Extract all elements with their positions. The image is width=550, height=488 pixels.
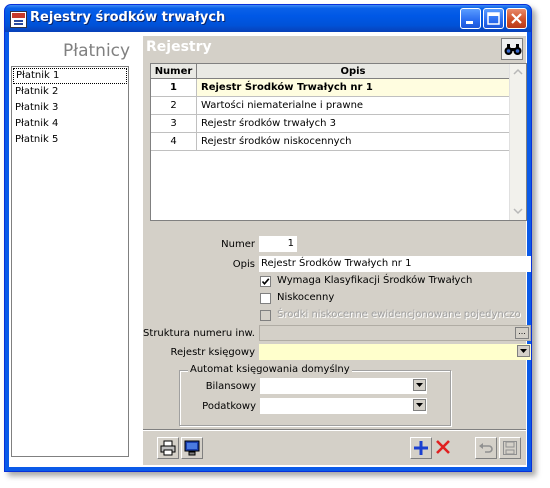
minimize-icon [466,21,473,24]
save-icon [503,441,517,455]
grid-scrollbar[interactable] [509,64,526,220]
pojedynczo-label: Środki niskocenne ewidencjonowane pojedy… [277,309,521,320]
preview-button[interactable] [181,437,203,459]
app-icon [10,11,27,28]
maximize-button[interactable] [483,8,504,29]
rejestr-ksiegowy-label: Rejestr księgowy [170,347,256,358]
grid-header: Numer Opis [151,64,510,79]
delete-button[interactable] [433,437,455,459]
checkmark-icon [261,278,270,286]
rejestry-panel: Rejestry Numer Opis 1 Rejestr Środków Tr… [143,36,531,466]
platnicy-title: Płatnicy [63,41,131,61]
rejestr-ksiegowy-field[interactable] [259,344,531,360]
scroll-up-icon[interactable] [511,65,525,79]
rejestr-ksiegowy-dropdown[interactable] [517,345,530,357]
window-client: Płatnicy Płatnik 1 Płatnik 2 Płatnik 3 P… [9,32,531,467]
platnik-item[interactable]: Płatnik 5 [12,132,128,148]
rejestry-grid[interactable]: Numer Opis 1 Rejestr Środków Trwałych nr… [150,63,527,221]
save-button [499,437,521,459]
platnik-item[interactable]: Płatnik 1 [13,68,127,84]
cell-opis: Wartości niematerialne i prawne [197,97,510,115]
add-icon [414,441,428,455]
struktura-browse-button[interactable]: ... [515,327,529,339]
opis-field[interactable]: Rejestr Środków Trwałych nr 1 [259,256,531,272]
struktura-field: ... [259,325,531,341]
struktura-label: Struktura numeru inw. [143,328,255,339]
chevron-down-icon [416,403,423,407]
cell-opis: Rejestr środków trwałych 3 [197,115,510,133]
cell-opis: Rejestr Środków Trwałych nr 1 [197,79,510,97]
scroll-down-icon[interactable] [511,204,525,218]
podatkowy-label: Podatkowy [202,401,256,412]
table-row[interactable]: 1 Rejestr Środków Trwałych nr 1 [151,79,510,97]
table-row[interactable]: 2 Wartości niematerialne i prawne [151,97,510,115]
bilansowy-label: Bilansowy [205,381,256,392]
cell-opis: Rejestr środków niskocennych [197,133,510,151]
title-bar[interactable]: Rejestry środków trwałych [5,5,531,32]
numer-label: Numer [221,239,255,250]
window-title: Rejestry środków trwałych [30,10,226,25]
undo-button [475,437,497,459]
automat-groupbox: Automat księgowania domyślny Bilansowy P… [179,364,451,426]
search-button[interactable] [501,38,523,60]
cell-numer: 4 [151,133,197,151]
rejestry-title: Rejestry [146,39,212,55]
preview-icon [184,440,200,456]
platnicy-list[interactable]: Płatnik 1 Płatnik 2 Płatnik 3 Płatnik 4 … [11,66,129,457]
close-button[interactable] [506,8,527,29]
platnik-item[interactable]: Płatnik 4 [12,116,128,132]
klasyfikacja-checkbox[interactable] [260,276,271,287]
cell-numer: 2 [151,97,197,115]
chevron-down-icon [416,383,423,387]
bilansowy-dropdown[interactable] [413,379,426,391]
bilansowy-field[interactable] [260,378,427,394]
column-header-numer[interactable]: Numer [151,64,197,79]
opis-label: Opis [232,259,255,270]
bottom-toolbar [143,429,526,466]
numer-field[interactable]: 1 [259,236,297,252]
close-icon [511,13,522,24]
undo-icon [479,443,493,453]
column-header-opis[interactable]: Opis [197,64,510,79]
binoculars-icon [504,44,522,55]
main-window: Rejestry środków trwałych Płatnicy Płatn… [4,4,532,472]
print-button[interactable] [157,437,179,459]
cell-numer: 3 [151,115,197,133]
table-row[interactable]: 3 Rejestr środków trwałych 3 [151,115,510,133]
platnik-item[interactable]: Płatnik 2 [12,84,128,100]
chevron-down-icon [520,349,527,353]
pojedynczo-checkbox [260,310,271,321]
table-row[interactable]: 4 Rejestr środków niskocennych [151,133,510,151]
print-icon [160,440,176,456]
podatkowy-field[interactable] [260,398,427,414]
delete-icon [436,440,450,454]
minimize-button[interactable] [460,8,481,29]
add-button[interactable] [410,437,432,459]
niskocenny-label: Niskocenny [277,292,335,303]
podatkowy-dropdown[interactable] [413,399,426,411]
platnik-item[interactable]: Płatnik 3 [12,100,128,116]
maximize-icon [487,12,500,25]
automat-group-title: Automat księgowania domyślny [188,364,352,375]
niskocenny-checkbox[interactable] [260,293,271,304]
cell-numer: 1 [151,79,197,97]
klasyfikacja-label: Wymaga Klasyfikacji Środków Trwałych [277,275,473,286]
